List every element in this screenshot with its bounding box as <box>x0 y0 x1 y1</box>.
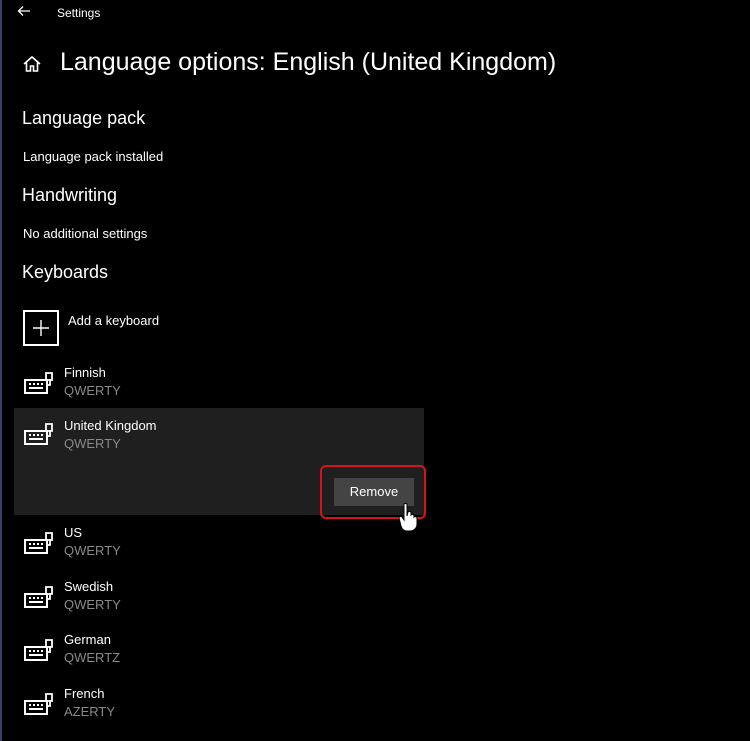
keyboard-name: French <box>64 686 105 701</box>
plus-icon <box>23 310 59 346</box>
keyboard-layout: AZERTY <box>64 704 116 719</box>
keyboard-item-french[interactable]: French AZERTY <box>14 684 424 734</box>
keyboard-item-german[interactable]: German QWERTZ <box>14 630 424 680</box>
app-title: Settings <box>57 6 101 20</box>
keyboard-name: Finnish <box>64 365 106 380</box>
page-title: Language options: English (United Kingdo… <box>60 48 557 76</box>
keyboard-layout: QWERTZ <box>64 650 121 665</box>
keyboard-layout: QWERTY <box>64 383 121 398</box>
keyboard-layout: QWERTY <box>64 436 121 451</box>
language-pack-status: Language pack installed <box>23 149 164 164</box>
keyboard-name: United Kingdom <box>64 418 157 433</box>
keyboard-item-swedish[interactable]: Swedish QWERTY <box>14 577 424 627</box>
keyboards-heading: Keyboards <box>22 262 109 282</box>
home-icon[interactable] <box>22 54 42 74</box>
hand-cursor-icon <box>398 502 418 532</box>
keyboard-name: US <box>64 525 83 540</box>
keyboard-item-finnish[interactable]: Finnish QWERTY <box>14 363 424 413</box>
window-border <box>0 0 2 741</box>
back-button[interactable] <box>14 3 34 23</box>
handwriting-status: No additional settings <box>23 226 148 241</box>
keyboard-icon <box>24 372 53 394</box>
title-bar: Settings <box>0 0 750 28</box>
back-arrow-icon <box>17 6 30 16</box>
keyboard-icon <box>24 423 53 445</box>
add-keyboard-label: Add a keyboard <box>68 313 160 328</box>
language-pack-heading: Language pack <box>22 108 146 128</box>
keyboard-layout: QWERTY <box>64 543 121 558</box>
keyboard-layout: QWERTY <box>64 597 121 612</box>
add-keyboard-button[interactable]: Add a keyboard <box>23 310 223 346</box>
keyboard-icon <box>24 693 53 715</box>
handwriting-heading: Handwriting <box>22 185 118 205</box>
keyboard-item-us[interactable]: US QWERTY <box>14 523 424 573</box>
keyboard-icon <box>24 532 53 554</box>
keyboard-name: German <box>64 632 111 647</box>
keyboard-icon <box>24 639 53 661</box>
keyboard-icon <box>24 586 53 608</box>
keyboard-name: Swedish <box>64 579 114 594</box>
